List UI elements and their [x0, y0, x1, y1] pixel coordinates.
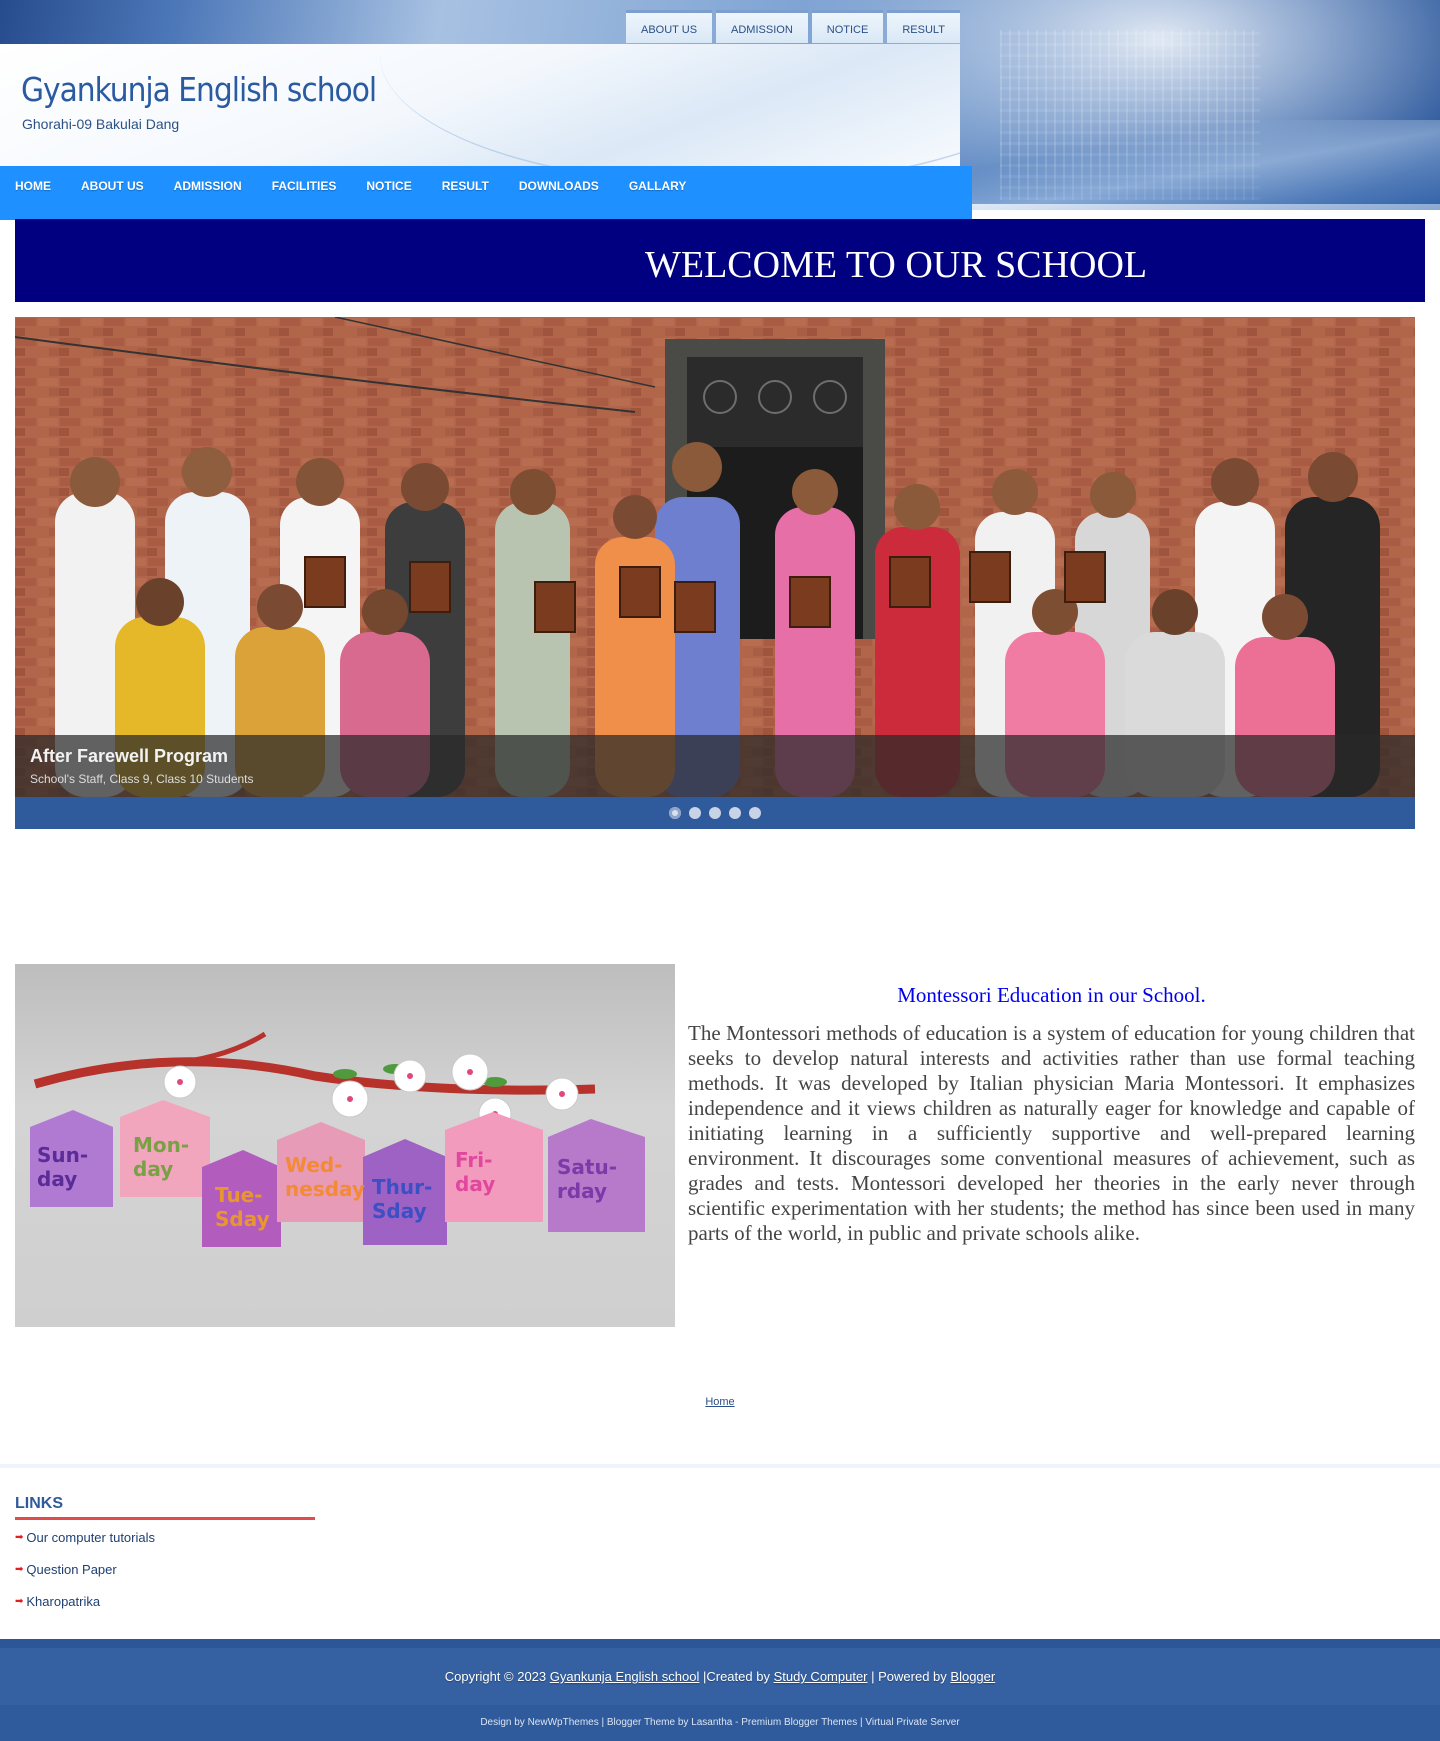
- footer-site-link[interactable]: Gyankunja English school: [550, 1669, 700, 1684]
- link-label[interactable]: Question Paper: [26, 1560, 116, 1580]
- welcome-text: WELCOME TO OUR SCHOOL: [645, 244, 1148, 286]
- top-tab-about-us[interactable]: ABOUT US: [626, 10, 713, 43]
- link-computer-tutorials[interactable]: ➡ Our computer tutorials: [15, 1528, 155, 1560]
- newwpthemes-link[interactable]: NewWpThemes: [528, 1717, 599, 1728]
- main-nav: HOME ABOUT US ADMISSION FACILITIES NOTIC…: [0, 166, 972, 220]
- montessori-body: The Montessori methods of education is a…: [688, 1021, 1415, 1245]
- svg-text:Sday: Sday: [372, 1199, 427, 1223]
- slide-caption-subtitle: School's Staff, Class 9, Class 10 Studen…: [30, 772, 254, 786]
- group-photo-image: [15, 317, 1415, 797]
- link-question-paper[interactable]: ➡ Question Paper: [15, 1560, 155, 1592]
- slide-caption: After Farewell Program School's Staff, C…: [15, 735, 1415, 797]
- section-divider: [0, 1464, 1440, 1468]
- powered-by-text: | Powered by: [871, 1669, 947, 1684]
- header-swoosh-graphic: [960, 120, 1440, 210]
- arrow-right-icon: ➡: [15, 1532, 24, 1543]
- tag-wednesday: Wed-: [285, 1153, 343, 1177]
- svg-text:nesday: nesday: [285, 1177, 365, 1201]
- slider-dot-4[interactable]: [729, 807, 741, 819]
- slider-dot-5[interactable]: [749, 807, 761, 819]
- nav-item-home[interactable]: HOME: [0, 166, 66, 193]
- slider-dot-3[interactable]: [709, 807, 721, 819]
- footer: Copyright © 2023 Gyankunja English schoo…: [0, 1639, 1440, 1741]
- top-tab-admission[interactable]: ADMISSION: [716, 10, 808, 43]
- footer-study-computer-link[interactable]: Study Computer: [774, 1669, 868, 1684]
- links-widget-underline: [15, 1517, 315, 1520]
- arrow-right-icon: ➡: [15, 1564, 24, 1575]
- design-prefix: Design by: [480, 1717, 525, 1728]
- links-widget-title: LINKS: [15, 1495, 63, 1512]
- svg-text:day: day: [37, 1167, 77, 1191]
- links-list: ➡ Our computer tutorials ➡ Question Pape…: [15, 1528, 155, 1624]
- slide-caption-title: After Farewell Program: [30, 746, 229, 766]
- footer-blogger-link[interactable]: Blogger: [950, 1669, 995, 1684]
- created-by-text: |Created by: [702, 1669, 770, 1684]
- svg-text:day: day: [455, 1172, 495, 1196]
- credits-separator: |: [859, 1717, 863, 1728]
- svg-text:Sday: Sday: [215, 1207, 270, 1231]
- link-kharopatrika[interactable]: ➡ Kharopatrika: [15, 1592, 155, 1624]
- slider-dot-1[interactable]: [669, 807, 681, 819]
- tag-saturday: Satu-: [557, 1155, 617, 1179]
- nav-item-notice[interactable]: NOTICE: [351, 166, 426, 193]
- tag-tuesday: Tue-: [215, 1183, 263, 1207]
- link-label[interactable]: Kharopatrika: [26, 1592, 100, 1612]
- brand-panel: Gyankunja English school Ghorahi-09 Baku…: [0, 44, 960, 166]
- theme-text: | Blogger Theme by: [601, 1717, 689, 1728]
- days-of-week-craft-image: Sun- day Mon- day Tue- Sday Wed- nesday …: [15, 964, 675, 1327]
- slider-dot-2[interactable]: [689, 807, 701, 819]
- copyright-line: Copyright © 2023 Gyankunja English schoo…: [0, 1669, 1440, 1684]
- arrow-right-icon: ➡: [15, 1596, 24, 1607]
- site-description: Ghorahi-09 Bakulai Dang: [22, 116, 180, 132]
- top-tab-result[interactable]: RESULT: [887, 10, 960, 43]
- nav-item-downloads[interactable]: DOWNLOADS: [504, 166, 614, 193]
- nav-item-result[interactable]: RESULT: [427, 166, 504, 193]
- decorative-arc: [380, 44, 960, 166]
- svg-text:day: day: [133, 1157, 173, 1181]
- top-tab-notice[interactable]: NOTICE: [811, 10, 884, 43]
- nav-item-facilities[interactable]: FACILITIES: [257, 166, 352, 193]
- nav-item-about-us[interactable]: ABOUT US: [66, 166, 159, 193]
- tag-thursday: Thur-: [372, 1175, 432, 1199]
- site-title[interactable]: Gyankunja English school: [21, 70, 377, 109]
- vps-link[interactable]: Virtual Private Server: [865, 1717, 959, 1728]
- link-label[interactable]: Our computer tutorials: [26, 1528, 155, 1548]
- nav-item-admission[interactable]: ADMISSION: [159, 166, 257, 193]
- tag-monday: Mon-: [133, 1133, 189, 1157]
- image-slider[interactable]: After Farewell Program School's Staff, C…: [15, 317, 1415, 797]
- theme-credits: Design by NewWpThemes | Blogger Theme by…: [0, 1717, 1440, 1728]
- top-tab-nav: ABOUT US ADMISSION NOTICE RESULT: [626, 10, 960, 43]
- tag-sunday: Sun-: [37, 1143, 88, 1167]
- montessori-title: Montessori Education in our School.: [897, 983, 1206, 1007]
- home-link[interactable]: Home: [0, 1396, 1440, 1408]
- tag-friday: Fri-: [455, 1148, 492, 1172]
- welcome-marquee: WELCOME TO OUR SCHOOL: [15, 219, 1425, 302]
- svg-text:rday: rday: [557, 1179, 607, 1203]
- lasantha-link[interactable]: Lasantha - Premium Blogger Themes: [691, 1717, 857, 1728]
- slider-pagination: [15, 797, 1415, 829]
- copyright-prefix: Copyright © 2023: [444, 1669, 547, 1684]
- nav-item-gallary[interactable]: GALLARY: [614, 166, 702, 193]
